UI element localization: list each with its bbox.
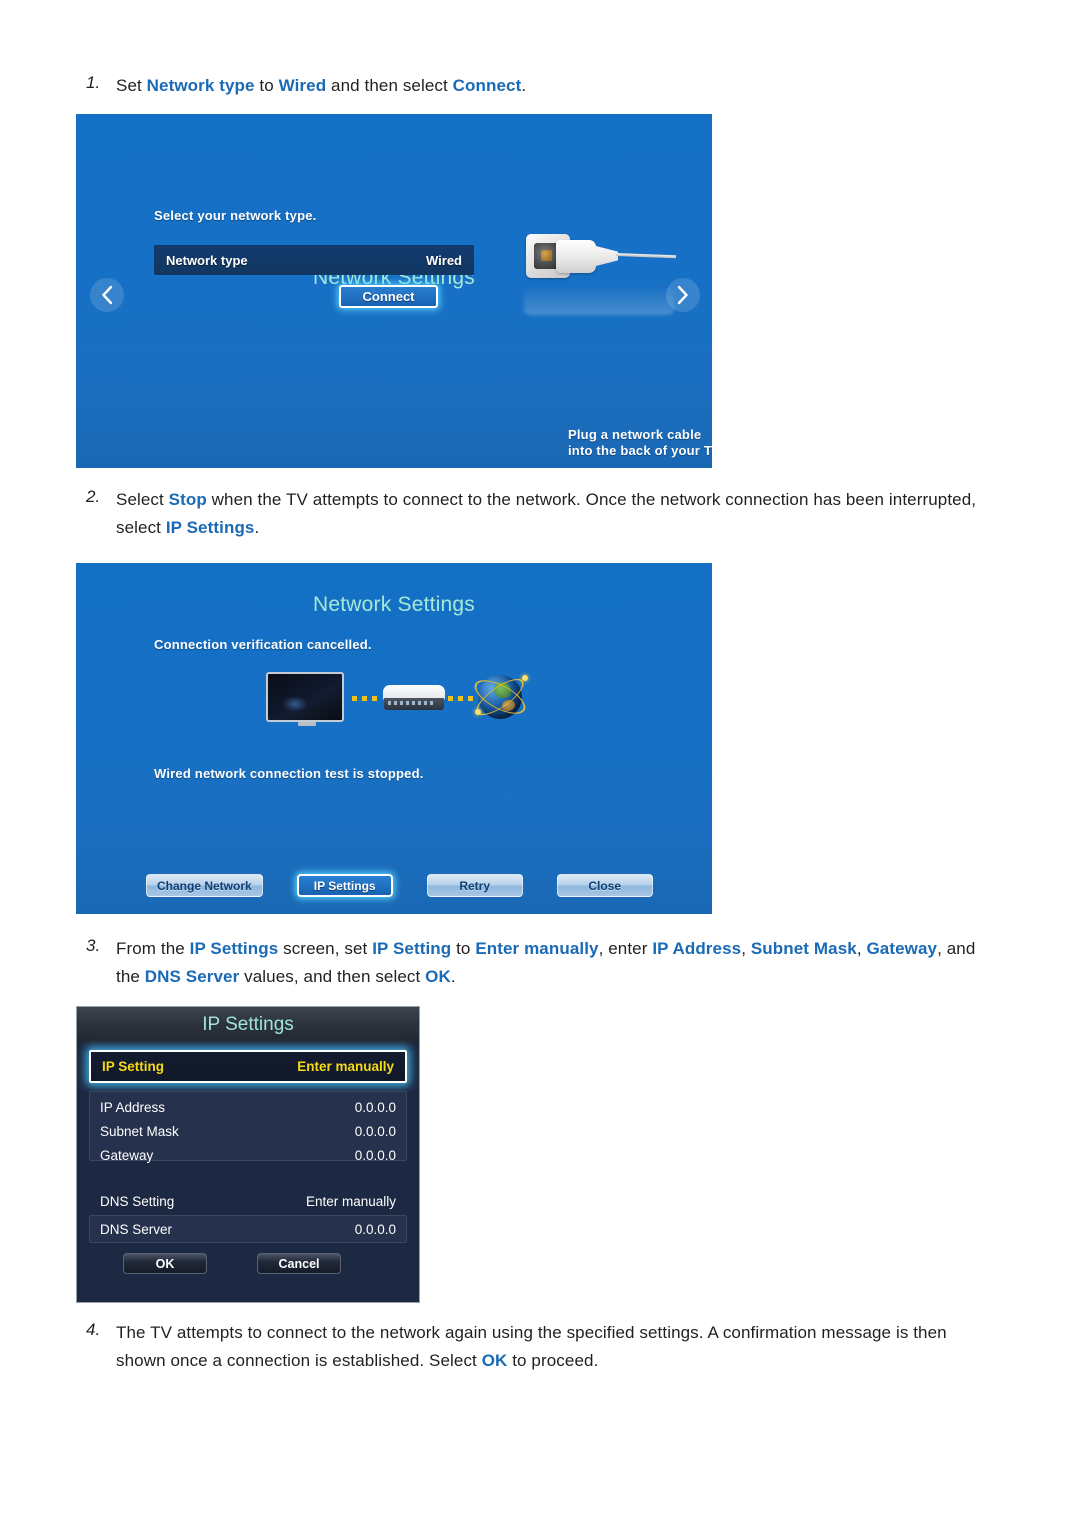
network-settings-type-screenshot: Network Settings Select your network typ… bbox=[76, 114, 712, 468]
ip-address-value: 0.0.0.0 bbox=[354, 1099, 396, 1115]
ip-settings-button[interactable]: IP Settings bbox=[296, 874, 393, 897]
instruction-step-3: 3. From the IP Settings screen, set IP S… bbox=[86, 935, 996, 991]
ip-settings-title: IP Settings bbox=[202, 1014, 294, 1035]
step-2-number: 2. bbox=[86, 487, 101, 506]
illustration-reflection bbox=[524, 285, 674, 315]
gateway-label: Gateway bbox=[100, 1147, 154, 1163]
screen2-message-bottom: Wired network connection test is stopped… bbox=[154, 766, 424, 781]
manual-page: 1. Set Network type to Wired and then se… bbox=[0, 0, 1080, 1527]
change-network-button[interactable]: Change Network bbox=[146, 874, 263, 897]
router-ports bbox=[388, 701, 436, 705]
globe-orbit-dot-2 bbox=[475, 709, 481, 715]
gateway-value: 0.0.0.0 bbox=[354, 1147, 396, 1163]
ethernet-cable-wire bbox=[615, 253, 677, 259]
instruction-step-4: 4. The TV attempts to connect to the net… bbox=[86, 1319, 996, 1375]
ip-setting-value: Enter manually bbox=[297, 1059, 394, 1074]
tv-screen-glow bbox=[282, 696, 308, 712]
screen1-subtext: Select your network type. bbox=[154, 208, 317, 223]
network-type-value: Wired bbox=[426, 252, 462, 268]
instruction-step-1: 1. Set Network type to Wired and then se… bbox=[86, 72, 986, 100]
dns-server-row[interactable]: DNS Server 0.0.0.0 bbox=[89, 1217, 407, 1241]
ip-settings-dialog-screenshot: IP Settings IP Setting Enter manually IP… bbox=[76, 1006, 420, 1303]
network-cable-illustration bbox=[504, 222, 684, 337]
step-4-number: 4. bbox=[86, 1320, 101, 1339]
step-3-number: 3. bbox=[86, 936, 101, 955]
ip-setting-label: IP Setting bbox=[102, 1059, 165, 1074]
screen2-title: Network Settings bbox=[313, 593, 475, 616]
connect-button[interactable]: Connect bbox=[339, 285, 438, 308]
cancel-button[interactable]: Cancel bbox=[257, 1253, 341, 1274]
screen2-message-top: Connection verification cancelled. bbox=[154, 637, 372, 652]
screen2-button-row: Change Network IP Settings Retry Close bbox=[146, 874, 653, 897]
lan-port-pin bbox=[541, 250, 552, 261]
gateway-row[interactable]: Gateway 0.0.0.0 bbox=[89, 1143, 407, 1167]
ok-button[interactable]: OK bbox=[123, 1253, 207, 1274]
globe-orbit-dot-1 bbox=[522, 675, 528, 681]
tv-icon bbox=[266, 672, 344, 726]
step-1-text: Set Network type to Wired and then selec… bbox=[116, 76, 527, 95]
step-4-text: The TV attempts to connect to the networ… bbox=[116, 1323, 947, 1370]
dns-server-value: 0.0.0.0 bbox=[354, 1221, 396, 1237]
network-type-label: Network type bbox=[166, 252, 248, 268]
network-topology-illustration bbox=[266, 669, 531, 731]
ip-settings-title-bar: IP Settings bbox=[77, 1007, 419, 1043]
ip-address-label: IP Address bbox=[100, 1099, 166, 1115]
step-1-number: 1. bbox=[86, 73, 101, 92]
chevron-left-icon[interactable] bbox=[90, 278, 124, 312]
internet-globe-icon bbox=[469, 669, 531, 725]
network-settings-cancelled-screenshot: Network Settings Connection verification… bbox=[76, 563, 712, 914]
cable-caption: Plug a network cable into the back of yo… bbox=[568, 427, 712, 458]
dns-setting-value: Enter manually bbox=[305, 1193, 396, 1209]
step-2-text: Select Stop when the TV attempts to conn… bbox=[116, 490, 977, 537]
dns-setting-row[interactable]: DNS Setting Enter manually bbox=[89, 1189, 407, 1213]
ip-setting-row-selected[interactable]: IP Setting Enter manually bbox=[89, 1050, 407, 1083]
ip-settings-button-row: OK Cancel bbox=[123, 1253, 341, 1274]
instruction-step-2: 2. Select Stop when the TV attempts to c… bbox=[86, 486, 996, 542]
step-3-text: From the IP Settings screen, set IP Sett… bbox=[116, 939, 976, 986]
dns-server-label: DNS Server bbox=[100, 1221, 173, 1237]
rj45-plug-boot bbox=[592, 245, 618, 267]
subnet-mask-row[interactable]: Subnet Mask 0.0.0.0 bbox=[89, 1119, 407, 1143]
subnet-mask-label: Subnet Mask bbox=[100, 1123, 179, 1139]
close-button[interactable]: Close bbox=[556, 874, 653, 897]
subnet-mask-value: 0.0.0.0 bbox=[354, 1123, 396, 1139]
rj45-plug-icon bbox=[556, 240, 596, 273]
network-type-row[interactable]: Network type Wired bbox=[154, 245, 474, 275]
retry-button[interactable]: Retry bbox=[426, 874, 523, 897]
dns-setting-label: DNS Setting bbox=[100, 1193, 175, 1209]
router-icon bbox=[383, 685, 445, 711]
connection-dots-left bbox=[352, 696, 380, 701]
ip-address-row[interactable]: IP Address 0.0.0.0 bbox=[89, 1095, 407, 1119]
